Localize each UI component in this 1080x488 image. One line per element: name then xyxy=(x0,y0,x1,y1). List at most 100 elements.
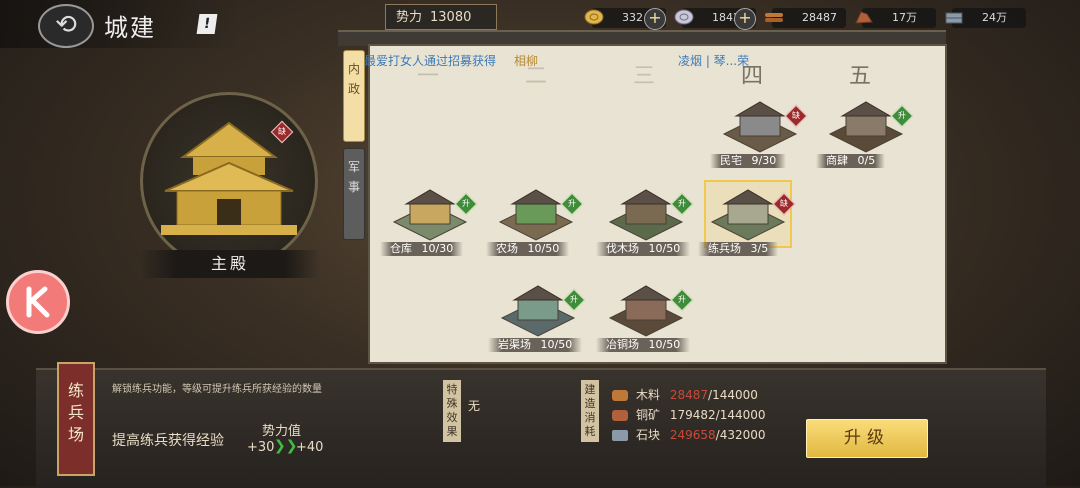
palace-icon xyxy=(161,121,297,235)
building-tile[interactable] xyxy=(388,182,472,246)
building-icon xyxy=(392,189,468,241)
power-current: +30 xyxy=(247,440,275,455)
resource-value: 28487 xyxy=(802,11,837,24)
building-name: 民宅 xyxy=(720,154,742,167)
power-value: 13080 xyxy=(430,10,472,25)
cost-row-wood: 木料 28487/144000 xyxy=(612,386,758,403)
building-name: 商肆 xyxy=(826,154,848,167)
building-label: 岩渠场 10/50 xyxy=(488,338,583,352)
building-icon xyxy=(828,101,904,153)
building-progress: 10/50 xyxy=(645,242,681,255)
stone-icon xyxy=(945,12,963,24)
stone-icon xyxy=(612,430,628,441)
page-title: 城建 xyxy=(104,14,156,42)
upgrade-button[interactable]: 升级 xyxy=(806,419,928,458)
main-hall-button[interactable] xyxy=(140,92,318,270)
cost-name: 铜矿 xyxy=(636,408,661,422)
badge-text: 升 xyxy=(678,199,686,208)
cost-row-stone: 石块 249658/432000 xyxy=(612,426,766,443)
building-icon xyxy=(498,189,574,241)
palace-name: 主殿 xyxy=(140,250,320,278)
building-name: 农场 xyxy=(496,242,518,255)
gold-coin-icon xyxy=(584,9,604,25)
tab-label: 内政 xyxy=(347,62,360,96)
badge-text: 升 xyxy=(570,295,578,304)
selected-building-ribbon: 练兵场 xyxy=(57,362,95,476)
building-icon xyxy=(608,285,684,337)
cost-have: 28487 xyxy=(669,388,709,402)
building-label: 农场 10/50 xyxy=(486,242,570,256)
building-icon xyxy=(710,189,786,241)
cost-have: 249658 xyxy=(669,428,716,442)
badge-text: 升 xyxy=(568,199,576,208)
badge-text: 升 xyxy=(678,295,686,304)
column-number: 五 xyxy=(848,64,871,89)
building-label: 商肆 0/5 xyxy=(816,154,886,168)
power-display: 势力 13080 xyxy=(385,4,497,30)
wood-icon xyxy=(765,13,783,22)
tab-label: 军事 xyxy=(347,160,360,194)
promo-button[interactable] xyxy=(6,270,70,334)
add-gold-button[interactable]: + xyxy=(644,8,666,30)
ribbon-text: 练兵场 xyxy=(67,381,84,444)
cost-need: /432000 xyxy=(715,428,766,442)
badge-text: 升 xyxy=(898,111,906,120)
resource-wood: 28487 xyxy=(765,8,846,28)
building-description: 解锁练兵功能，等级可提升练兵所获经验的数量 xyxy=(112,384,322,395)
tab-military[interactable]: 军事 xyxy=(343,148,365,240)
resource-value: 17万 xyxy=(892,11,917,24)
special-effect-value: 无 xyxy=(468,399,481,413)
arrow-right-icon: ❯❯ xyxy=(274,438,298,454)
building-feature: 提高练兵获得经验 xyxy=(112,433,224,449)
cost-row-copper: 铜矿 179482/144000 xyxy=(612,406,766,423)
build-cost-label: 建造消耗 xyxy=(581,380,599,442)
building-progress: 10/50 xyxy=(524,242,560,255)
building-tile[interactable] xyxy=(604,182,688,246)
building-tile[interactable] xyxy=(494,182,578,246)
resource-value: 24万 xyxy=(982,11,1007,24)
building-tile[interactable] xyxy=(824,94,908,158)
copper-ore-icon xyxy=(855,11,873,24)
building-progress: 3/5 xyxy=(747,242,769,255)
building-tile[interactable] xyxy=(604,278,688,342)
resource-value: 332 xyxy=(622,11,643,24)
building-label: 练兵场 3/5 xyxy=(698,242,779,256)
column-number: 三 xyxy=(632,64,655,89)
badge-text: 升 xyxy=(462,199,470,208)
vertical-label-text: 建造消耗 xyxy=(584,383,596,438)
building-name: 岩渠场 xyxy=(498,338,531,351)
building-label: 冶铜场 10/50 xyxy=(596,338,691,352)
badge-text: 缺 xyxy=(780,199,788,208)
building-progress: 0/5 xyxy=(854,154,876,167)
building-name: 练兵场 xyxy=(708,242,741,255)
building-tile[interactable] xyxy=(496,278,580,342)
cost-have: 179482 xyxy=(669,408,716,422)
building-progress: 10/50 xyxy=(645,338,681,351)
power-next: +40 xyxy=(296,440,324,455)
tab-internal-affairs[interactable]: 内政 xyxy=(343,50,365,142)
building-name: 伐木场 xyxy=(606,242,639,255)
add-silver-button[interactable]: + xyxy=(734,8,756,30)
cost-name: 木料 xyxy=(636,388,661,402)
badge-text: 缺 xyxy=(792,111,800,120)
building-name: 冶铜场 xyxy=(606,338,639,351)
building-icon xyxy=(500,285,576,337)
special-effect-label: 特殊效果 xyxy=(443,380,461,442)
column-number: 一 xyxy=(416,64,439,89)
power-value-label: 势力值 xyxy=(262,424,302,439)
cost-need: /144000 xyxy=(708,388,758,402)
building-tile[interactable] xyxy=(704,180,792,248)
column-number: 二 xyxy=(524,64,547,89)
resource-copper: 17万 xyxy=(855,8,936,28)
back-button[interactable]: ⟲ xyxy=(38,4,94,48)
column-number: 四 xyxy=(740,64,763,89)
building-label: 伐木场 10/50 xyxy=(596,242,691,256)
building-progress: 10/50 xyxy=(537,338,573,351)
building-name: 仓库 xyxy=(390,242,412,255)
power-label: 势力 xyxy=(396,10,423,25)
silver-coin-icon xyxy=(674,9,694,25)
building-progress: 9/30 xyxy=(748,154,777,167)
warning-icon[interactable]: ! xyxy=(196,14,218,34)
building-tile[interactable] xyxy=(718,94,802,158)
resource-stone: 24万 xyxy=(945,8,1026,28)
